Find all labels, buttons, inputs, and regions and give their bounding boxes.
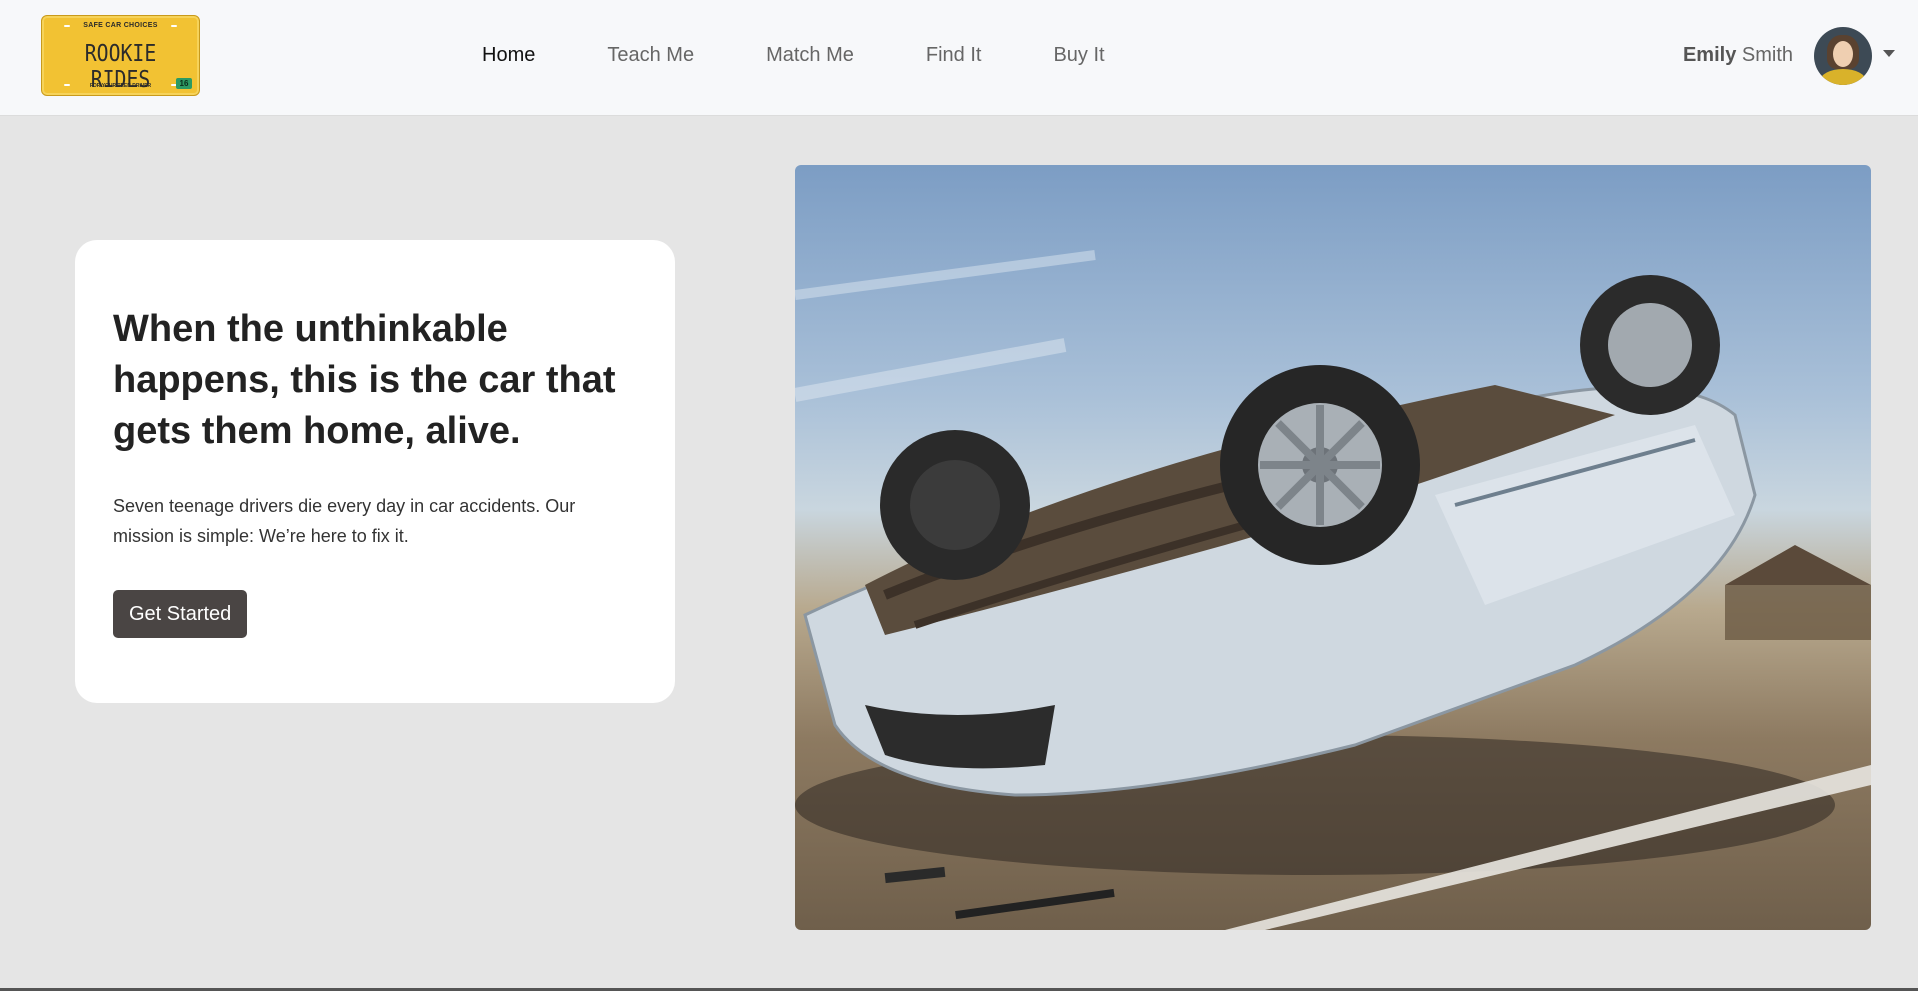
nav-home[interactable]: Home: [482, 44, 535, 67]
logo-plate-number: 16: [176, 78, 192, 89]
user-name[interactable]: Emily Smith: [1683, 44, 1793, 67]
user-last-name: Smith: [1741, 44, 1793, 66]
overturned-car-photo: [795, 165, 1871, 930]
user-avatar[interactable]: [1814, 27, 1872, 85]
get-started-button[interactable]: Get Started: [113, 590, 248, 638]
caret-down-icon[interactable]: [1883, 50, 1895, 57]
top-navbar: SAFE CAR CHOICES ROOKIE RIDES FOR YOUR T…: [0, 0, 1918, 116]
nav-match-me[interactable]: Match Me: [766, 44, 854, 67]
nav-find-it[interactable]: Find It: [926, 44, 982, 67]
user-first-name: Emily: [1682, 44, 1737, 66]
hero-card: When the unthinkable happens, this is th…: [75, 240, 675, 703]
rookie-rides-logo[interactable]: SAFE CAR CHOICES ROOKIE RIDES FOR YOUR T…: [41, 15, 200, 96]
hero-title: When the unthinkable happens, this is th…: [113, 308, 616, 452]
nav-teach-me[interactable]: Teach Me: [607, 44, 694, 67]
logo-tagline-top: SAFE CAR CHOICES: [83, 22, 158, 29]
main-nav: Home Teach Me Match Me Find It Buy It: [482, 44, 1177, 67]
car-illustration: [795, 250, 1871, 930]
nav-buy-it[interactable]: Buy It: [1053, 44, 1104, 67]
hero-description: Seven teenage drivers die every day in c…: [113, 496, 576, 546]
